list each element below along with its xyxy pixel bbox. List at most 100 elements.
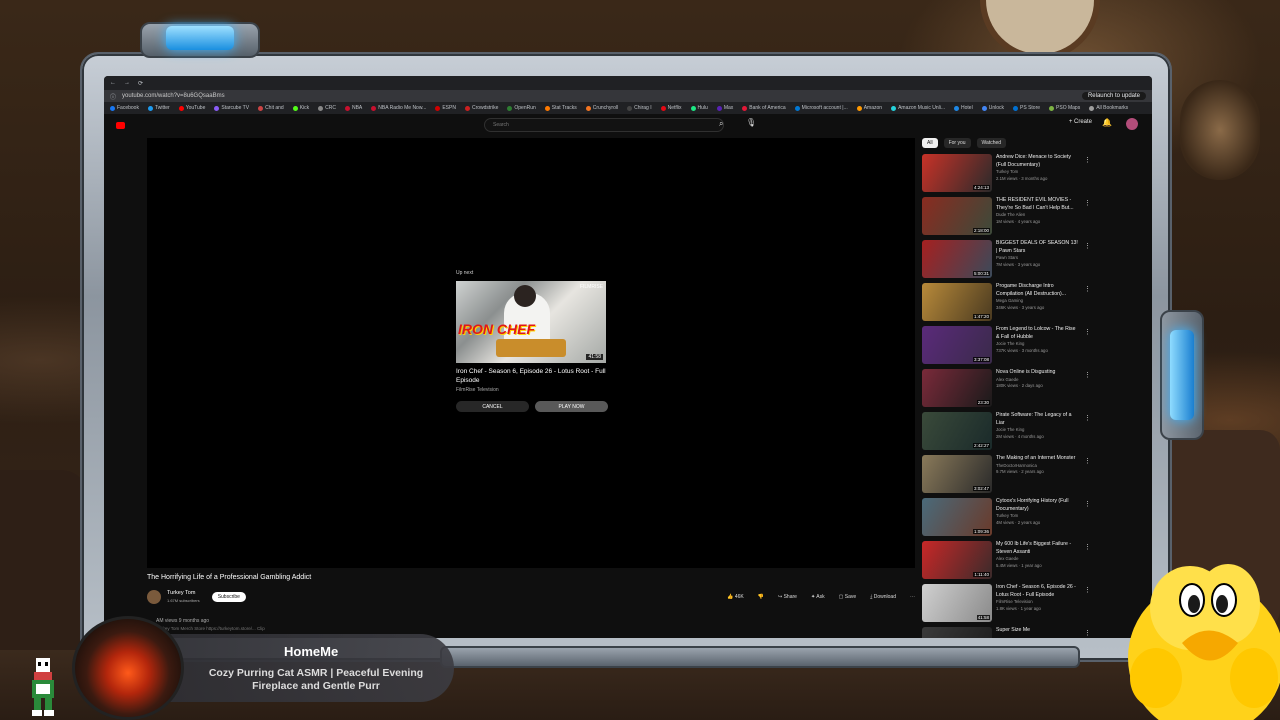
recommendation-title[interactable]: From Legend to Lolcow - The Rise & Fall … xyxy=(996,326,1080,341)
more-options-icon[interactable]: ⋮ xyxy=(1084,156,1091,164)
cancel-button[interactable]: CANCEL xyxy=(456,401,529,412)
recommendation-thumbnail[interactable]: 3:37:08 xyxy=(922,326,992,364)
more-options-icon[interactable]: ⋮ xyxy=(1084,586,1091,594)
bookmark-item[interactable]: Crowdstrike xyxy=(464,105,498,111)
bookmark-item[interactable]: OpenRun xyxy=(507,105,536,111)
recommendation-item[interactable]: 5:00:31 BIGGEST DEALS OF SEASON 13! | Paw… xyxy=(922,240,1152,280)
recommendation-item[interactable]: Super Size Me ⋮ xyxy=(922,627,1152,638)
bookmark-item[interactable]: Netflix xyxy=(660,105,682,111)
dislike-icon[interactable]: 👎 xyxy=(758,594,764,600)
bookmark-item[interactable]: Twitter xyxy=(147,105,170,111)
recommendation-thumbnail[interactable]: 2:42:27 xyxy=(922,412,992,450)
bookmark-item[interactable]: ESPN xyxy=(435,105,456,111)
recommendation-thumbnail[interactable]: 41:58 xyxy=(922,584,992,622)
recommendation-thumbnail[interactable] xyxy=(922,627,992,638)
more-options-icon[interactable]: ⋮ xyxy=(1084,629,1091,637)
recommendation-title[interactable]: Pirate Software: The Legacy of a Liar xyxy=(996,412,1080,427)
search-input[interactable]: Search xyxy=(484,118,724,132)
more-options-icon[interactable]: ⋮ xyxy=(1084,500,1091,508)
recommendation-item[interactable]: 2:42:27 Pirate Software: The Legacy of a … xyxy=(922,412,1152,452)
subscribe-button[interactable]: Subscribe xyxy=(211,592,246,602)
youtube-logo[interactable] xyxy=(116,120,136,130)
bookmark-item[interactable]: Facebook xyxy=(110,105,139,111)
more-options-icon[interactable]: ⋮ xyxy=(1084,414,1091,422)
recommendation-thumbnail[interactable]: 23:30 xyxy=(922,369,992,407)
recommendation-item[interactable]: 2:18:00 THE RESIDENT EVIL MOVIES - They'r… xyxy=(922,197,1152,237)
recommendation-item[interactable]: 1:11:40 My 600 lb Life's Biggest Failure … xyxy=(922,541,1152,581)
recommendation-title[interactable]: Progame Discharge Intro Compilation (All… xyxy=(996,283,1080,298)
relaunch-button[interactable]: Relaunch to update xyxy=(1081,92,1146,100)
recommendation-thumbnail[interactable]: 4:24:13 xyxy=(922,154,992,192)
bookmark-item[interactable]: Hotel xyxy=(954,105,973,111)
recommendation-thumbnail[interactable]: 3:02:47 xyxy=(922,455,992,493)
more-options-icon[interactable]: ⋮ xyxy=(1084,371,1091,379)
bookmark-item[interactable]: Chirag I xyxy=(627,105,652,111)
recommendation-title[interactable]: Andrew Dice: Menace to Society (Full Doc… xyxy=(996,154,1080,169)
create-button[interactable]: + Create xyxy=(1069,119,1092,125)
video-player[interactable]: Up next IRON CHEF FILMRISE 41:58 Iron Ch… xyxy=(147,138,915,568)
bookmark-item[interactable]: Stat Tracks xyxy=(544,105,577,111)
more-options-icon[interactable]: ⋮ xyxy=(1084,285,1091,293)
bookmark-item[interactable]: Amazon Music Unli... xyxy=(891,105,945,111)
recommendation-title[interactable]: Cytoox's Horrifying History (Full Docume… xyxy=(996,498,1080,513)
more-options-icon[interactable]: ⋮ xyxy=(1084,328,1091,336)
recommendation-item[interactable]: 3:02:47 The Making of an Internet Monster… xyxy=(922,455,1152,495)
description-snippet[interactable]: Turkey Tom Merch Store https://turkeytom… xyxy=(156,626,265,631)
recommendation-item[interactable]: 23:30 Nova Online is Disgusting Alex Gaede… xyxy=(922,369,1152,409)
recommendation-thumbnail[interactable]: 1:09:36 xyxy=(922,498,992,536)
recommendation-title[interactable]: The Making of an Internet Monster xyxy=(996,455,1080,463)
up-next-thumbnail[interactable]: IRON CHEF FILMRISE 41:58 xyxy=(456,281,606,363)
bookmark-item[interactable]: Bank of America xyxy=(742,105,786,111)
reload-icon[interactable]: ⟳ xyxy=(138,80,143,87)
site-info-icon[interactable]: ⓘ xyxy=(110,92,116,101)
recommendation-item[interactable]: 41:58 Iron Chef - Season 6, Episode 26 - … xyxy=(922,584,1152,624)
recommendation-item[interactable]: 1:47:20 Progame Discharge Intro Compilati… xyxy=(922,283,1152,323)
recommendation-item[interactable]: 1:09:36 Cytoox's Horrifying History (Full… xyxy=(922,498,1152,538)
like-button[interactable]: 👍 46K xyxy=(727,594,744,600)
address-bar[interactable]: ⓘ youtube.com/watch?v=8u6GQsaaBms Relaun… xyxy=(104,90,1152,102)
more-options-icon[interactable]: ⋮ xyxy=(1084,242,1091,250)
bookmark-item[interactable]: Amazon xyxy=(856,105,882,111)
recommendation-title[interactable]: Nova Online is Disgusting xyxy=(996,369,1080,377)
forward-icon[interactable]: → xyxy=(124,80,130,86)
bookmark-item[interactable]: Unlock xyxy=(981,105,1004,111)
bookmark-item[interactable]: CRC xyxy=(318,105,336,111)
bookmark-item[interactable]: Microsoft account |... xyxy=(794,105,848,111)
recommendation-item[interactable]: 3:37:08 From Legend to Lolcow - The Rise … xyxy=(922,326,1152,366)
bookmark-item[interactable]: Max xyxy=(716,105,733,111)
recommendation-title[interactable]: Super Size Me xyxy=(996,627,1080,635)
microphone-icon[interactable]: 🎙 xyxy=(746,118,756,127)
bookmark-item[interactable]: YouTube xyxy=(178,105,205,111)
back-icon[interactable]: ← xyxy=(110,80,116,86)
chip-all[interactable]: All xyxy=(922,138,938,148)
up-next-title[interactable]: Iron Chef - Season 6, Episode 26 - Lotus… xyxy=(456,367,608,385)
more-actions-icon[interactable]: ⋯ xyxy=(910,594,915,600)
bookmark-item[interactable]: PS Store xyxy=(1013,105,1040,111)
bookmark-item[interactable]: Crunchyroll xyxy=(585,105,618,111)
recommendation-thumbnail[interactable]: 5:00:31 xyxy=(922,240,992,278)
download-button[interactable]: ⤓ Download xyxy=(870,594,896,600)
recommendation-title[interactable]: BIGGEST DEALS OF SEASON 13! | Pawn Stars xyxy=(996,240,1080,255)
channel-name[interactable]: Turkey Tom xyxy=(167,590,200,597)
chip-for-you[interactable]: For you xyxy=(943,138,971,148)
recommendation-thumbnail[interactable]: 2:18:00 xyxy=(922,197,992,235)
recommendation-thumbnail[interactable]: 1:11:40 xyxy=(922,541,992,579)
recommendation-title[interactable]: Iron Chef - Season 6, Episode 26 - Lotus… xyxy=(996,584,1080,599)
share-button[interactable]: ↪ Share xyxy=(778,594,797,600)
bookmark-item[interactable]: NBA xyxy=(344,105,362,111)
search-icon[interactable]: ⌕ xyxy=(719,119,723,129)
ask-button[interactable]: ✦ Ask xyxy=(811,594,825,600)
recommendation-title[interactable]: THE RESIDENT EVIL MOVIES - They're So Ba… xyxy=(996,197,1080,212)
more-options-icon[interactable]: ⋮ xyxy=(1084,457,1091,465)
account-avatar[interactable] xyxy=(1126,118,1138,130)
recommendation-thumbnail[interactable]: 1:47:20 xyxy=(922,283,992,321)
bookmark-item[interactable]: NBA Radio Me Now... xyxy=(371,105,426,111)
url-text[interactable]: youtube.com/watch?v=8u6GQsaaBms xyxy=(122,93,225,99)
play-now-button[interactable]: PLAY NOW xyxy=(535,401,608,412)
recommendation-title[interactable]: My 600 lb Life's Biggest Failure - Steve… xyxy=(996,541,1080,556)
bookmark-item[interactable]: Chit and xyxy=(258,105,284,111)
bookmark-item[interactable]: Starcube TV xyxy=(214,105,249,111)
notifications-bell-icon[interactable]: 🔔 xyxy=(1102,118,1112,127)
bookmark-item[interactable]: PSO Maps xyxy=(1049,105,1080,111)
more-options-icon[interactable]: ⋮ xyxy=(1084,199,1091,207)
